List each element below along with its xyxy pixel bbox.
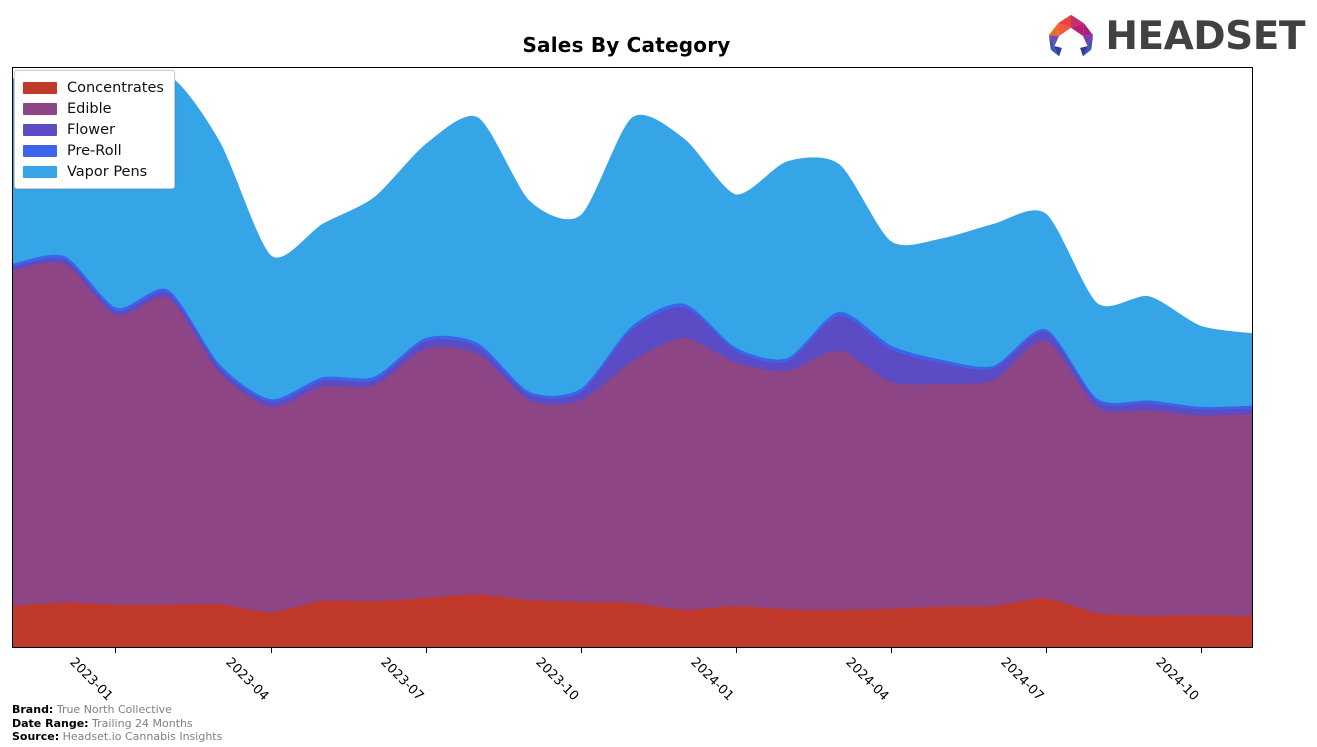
- x-tick-mark: [735, 648, 737, 653]
- footer-key: Source:: [12, 730, 60, 744]
- legend-item-concentrates[interactable]: Concentrates: [23, 77, 164, 98]
- chart-page: { "header": { "title": "Sales By Categor…: [0, 0, 1317, 747]
- x-tick-mark: [891, 648, 892, 653]
- headset-hexagon-logo-icon: [1049, 14, 1094, 57]
- footer-row: Date Range: Trailing 24 Months: [12, 717, 222, 731]
- legend-item-label: Flower: [67, 121, 115, 138]
- x-tick-mark: [1046, 648, 1048, 653]
- x-tick-mark: [115, 648, 117, 653]
- plot-area: [12, 67, 1253, 648]
- x-tick-mark: [580, 648, 582, 653]
- footer-row: Brand: True North Collective: [12, 703, 222, 717]
- x-tick-mark: [1201, 648, 1203, 653]
- legend-item-label: Vapor Pens: [67, 163, 148, 180]
- x-tick-label: 2023-10: [532, 655, 582, 705]
- legend-item-vapor-pens[interactable]: Vapor Pens: [23, 161, 164, 182]
- x-tick-label: 2024-10: [1152, 655, 1202, 705]
- footer-row: Source: Headset.io Cannabis Insights: [12, 730, 222, 744]
- footer-key: Date Range:: [12, 716, 89, 730]
- x-tick-label: 2024-01: [687, 655, 737, 705]
- footer-value: Headset.io Cannabis Insights: [59, 730, 223, 744]
- x-tick-label: 2024-07: [997, 655, 1047, 705]
- legend-swatch-icon: [23, 165, 57, 178]
- x-axis: 2023-01 2023-04 2023-07 2023-10 2024-01 2024-…: [12, 648, 1253, 708]
- chart-legend: Concentrates Edible Flower Pre-Roll Vapor Pe…: [14, 70, 175, 189]
- legend-item-edible[interactable]: Edible: [23, 98, 164, 119]
- legend-item-pre-roll[interactable]: Pre-Roll: [23, 140, 164, 161]
- footer-value: Trailing 24 Months: [88, 716, 193, 730]
- x-tick-label: 2023-07: [377, 655, 427, 705]
- stacked-area-chart: [13, 75, 1252, 647]
- x-tick-mark: [270, 648, 272, 653]
- legend-item-label: Concentrates: [67, 79, 164, 96]
- logo-wordmark: HEADSET: [1105, 13, 1305, 59]
- footer-value: True North Collective: [53, 703, 172, 716]
- legend-item-label: Pre-Roll: [67, 142, 122, 159]
- legend-item-flower[interactable]: Flower: [23, 119, 164, 140]
- legend-item-label: Edible: [67, 100, 112, 117]
- x-tick-mark: [425, 648, 427, 653]
- x-tick-label: 2023-01: [66, 655, 116, 705]
- x-tick-label: 2023-04: [221, 655, 271, 705]
- legend-swatch-icon: [23, 102, 57, 115]
- footer-key: Brand:: [12, 703, 54, 716]
- legend-swatch-icon: [23, 144, 57, 157]
- brand-logo: HEADSET: [1043, 12, 1305, 60]
- legend-swatch-icon: [23, 123, 57, 136]
- chart-footer: Brand: True North Collective Date Range: …: [12, 703, 222, 744]
- legend-swatch-icon: [23, 81, 57, 94]
- x-tick-label: 2024-04: [842, 655, 892, 705]
